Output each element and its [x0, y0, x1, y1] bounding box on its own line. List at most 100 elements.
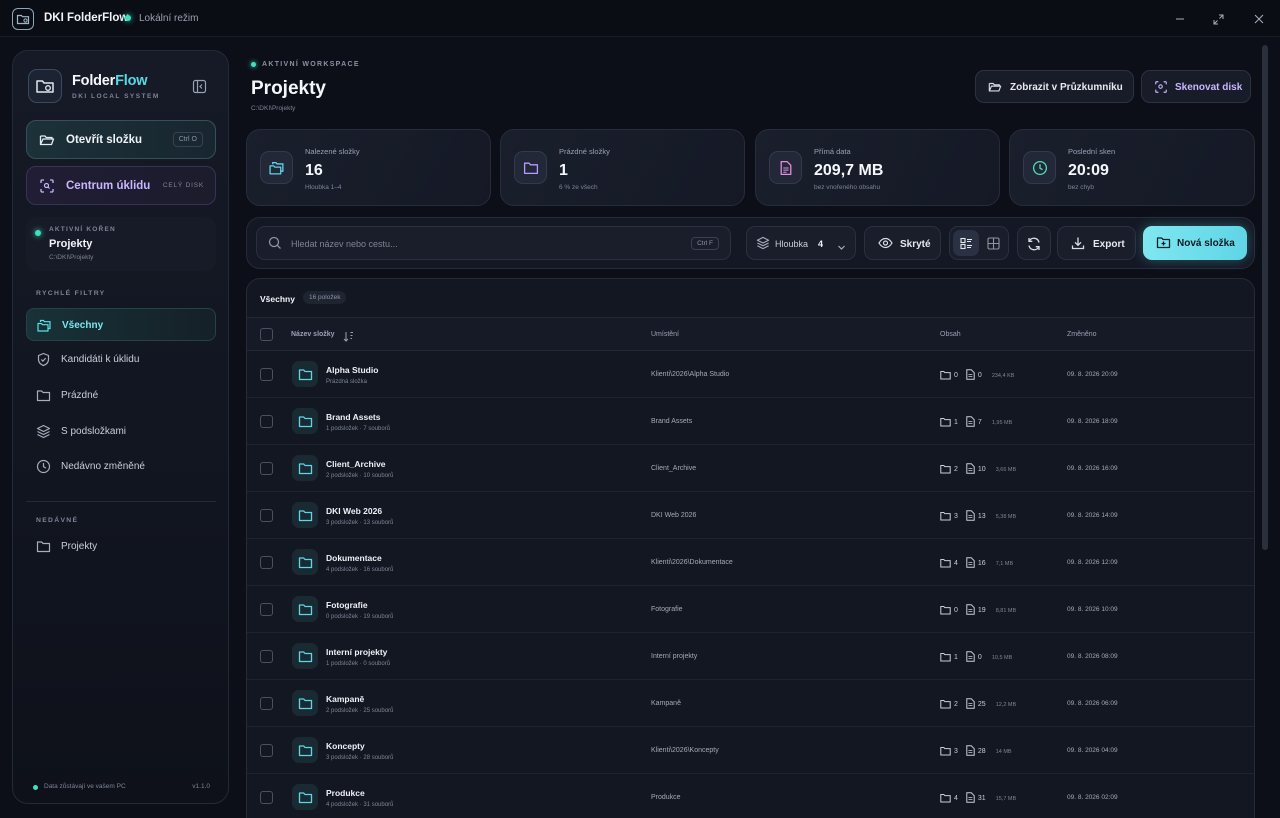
new-folder-button[interactable]: Nová složka [1143, 226, 1247, 260]
open-folder-button[interactable]: Otevřít složku Ctrl O [26, 120, 216, 159]
folder-location: Klienti\2026\Koncepty [651, 747, 719, 754]
table-row[interactable]: Koncepty 3 podsložek · 28 souborů Klienti\… [247, 727, 1254, 774]
row-checkbox[interactable] [260, 650, 273, 663]
folder-icon [292, 549, 318, 575]
row-checkbox[interactable] [260, 556, 273, 569]
column-modified-header[interactable]: Změněno [1067, 331, 1097, 338]
table-row[interactable]: Brand Assets 1 podsložek · 7 souborů Brand… [247, 398, 1254, 445]
table-row[interactable]: Client_Archive 2 podsložek · 10 souborů Cl… [247, 445, 1254, 492]
sidebar-collapse-icon[interactable] [192, 79, 207, 99]
folder-name: Interní projekty [326, 647, 388, 657]
sort-icon[interactable] [343, 329, 354, 347]
table-row[interactable]: Fotografie 0 podsložek · 19 souborů Fotogr… [247, 586, 1254, 633]
file-count: 19 [977, 607, 986, 614]
file-icon [966, 463, 975, 476]
stat-sub: bez vnořeného obsahu [814, 184, 881, 191]
stat-label: Poslední sken [1068, 147, 1116, 156]
footer-dot [33, 785, 38, 790]
filter-recently-modified[interactable]: Nedávno změněné [26, 450, 216, 483]
close-button[interactable] [1249, 9, 1269, 29]
folder-location: Klienti\2026\Alpha Studio [651, 371, 730, 378]
row-checkbox[interactable] [260, 744, 273, 757]
filter-with-subfolders[interactable]: S podsložkami [26, 415, 216, 448]
mode-label: Lokální režim [139, 13, 199, 24]
filter-all-label: Všechny [62, 320, 104, 331]
stat-label: Prázdné složky [559, 147, 610, 156]
filter-recent-label: Nedávno změněné [61, 461, 145, 472]
tab-all[interactable]: Všechny [260, 294, 295, 304]
scan-disk-button[interactable]: Skenovat disk [1141, 70, 1251, 103]
export-button[interactable]: Export [1057, 226, 1136, 260]
select-all-checkbox[interactable] [260, 328, 273, 341]
file-count: 13 [977, 513, 986, 520]
table-row[interactable]: Alpha Studio Prázdná složka Klienti\2026\A… [247, 351, 1254, 398]
folder-content: 1 0 10,5 MB [940, 651, 1012, 664]
file-icon [966, 604, 975, 617]
grid-view-button[interactable] [980, 230, 1006, 256]
show-in-explorer-button[interactable]: Zobrazit v Průzkumníku [975, 70, 1134, 103]
active-dot [35, 230, 41, 236]
file-icon [769, 151, 802, 184]
active-root-card[interactable]: AKTIVNÍ KOŘEN Projekty C:\DKI\Projekty [26, 217, 216, 271]
filter-empty[interactable]: Prázdné [26, 379, 216, 412]
folder-location: Interní projekty [651, 653, 698, 660]
file-count: 25 [977, 701, 986, 708]
app-logo-icon [12, 8, 34, 30]
table-row[interactable]: Dokumentace 4 podsložek · 16 souborů Klien… [247, 539, 1254, 586]
table-row[interactable]: Interní projekty 1 podsložek · 0 souborů I… [247, 633, 1254, 680]
folders-icon [260, 151, 293, 184]
eye-icon [878, 236, 893, 255]
subfolder-icon [940, 699, 951, 711]
folder-size: 8,81 MB [995, 607, 1017, 614]
modified-date: 09. 8. 2026 20:09 [1067, 371, 1118, 378]
filter-all[interactable]: Všechny [26, 308, 216, 341]
subfolder-count: 1 [954, 654, 958, 661]
table-row[interactable]: Kampaně 2 podsložek · 25 souborů Kampaně 2 2… [247, 680, 1254, 727]
subfolder-count: 0 [954, 372, 958, 379]
column-name-header[interactable]: Název složky [291, 331, 335, 338]
app-name: DKI FolderFlow [44, 12, 129, 24]
show-in-explorer-label: Zobrazit v Průzkumníku [1010, 82, 1123, 93]
folder-location: Klienti\2026\Dokumentace [651, 559, 733, 566]
search-input[interactable] [291, 236, 651, 252]
folder-icon [292, 596, 318, 622]
subfolder-icon [940, 605, 951, 617]
show-hidden-button[interactable]: Skryté [864, 226, 941, 260]
new-folder-label: Nová složka [1177, 238, 1235, 249]
table-header: Název složky Umístění Obsah Změněno [247, 317, 1254, 351]
row-checkbox[interactable] [260, 697, 273, 710]
search-icon [268, 236, 282, 255]
row-checkbox[interactable] [260, 368, 273, 381]
refresh-button[interactable] [1017, 226, 1051, 260]
row-checkbox[interactable] [260, 791, 273, 804]
recent-item-projekty[interactable]: Projekty [26, 530, 216, 563]
column-content-header[interactable]: Obsah [940, 331, 961, 338]
row-checkbox[interactable] [260, 462, 273, 475]
filter-cleanup-label: Kandidáti k úklidu [61, 354, 140, 365]
row-checkbox[interactable] [260, 509, 273, 522]
folder-size: 5,38 MB [995, 513, 1017, 520]
minimize-button[interactable] [1170, 9, 1190, 29]
row-checkbox[interactable] [260, 603, 273, 616]
table-row[interactable]: DKI Web 2026 3 podsložek · 13 souborů DKI … [247, 492, 1254, 539]
list-view-button[interactable] [953, 230, 979, 256]
folder-location: DKI Web 2026 [651, 512, 697, 519]
table-row[interactable]: Produkce 4 podsložek · 31 souborů Produkce… [247, 774, 1254, 818]
maximize-button[interactable] [1208, 9, 1228, 29]
file-count: 0 [977, 654, 982, 661]
cleanup-center-button[interactable]: Centrum úklidu CELÝ DISK [26, 166, 216, 205]
folder-size: 234,4 KB [991, 372, 1015, 379]
modified-date: 09. 8. 2026 18:09 [1067, 418, 1118, 425]
row-checkbox[interactable] [260, 415, 273, 428]
recent-item-label: Projekty [61, 541, 98, 552]
folder-name: Fotografie [326, 600, 368, 610]
folder-summary: 2 podsložek · 10 souborů [326, 473, 394, 479]
scan-disk-label: Skenovat disk [1175, 82, 1243, 93]
filter-cleanup-candidates[interactable]: Kandidáti k úklidu [26, 343, 216, 376]
depth-select[interactable]: Hloubka 4 [746, 226, 856, 260]
stat-value: 16 [305, 162, 323, 179]
column-location-header[interactable]: Umístění [651, 331, 679, 338]
modified-date: 09. 8. 2026 06:09 [1067, 700, 1118, 707]
scrollbar[interactable] [1262, 45, 1268, 550]
list-view-icon [959, 237, 972, 249]
